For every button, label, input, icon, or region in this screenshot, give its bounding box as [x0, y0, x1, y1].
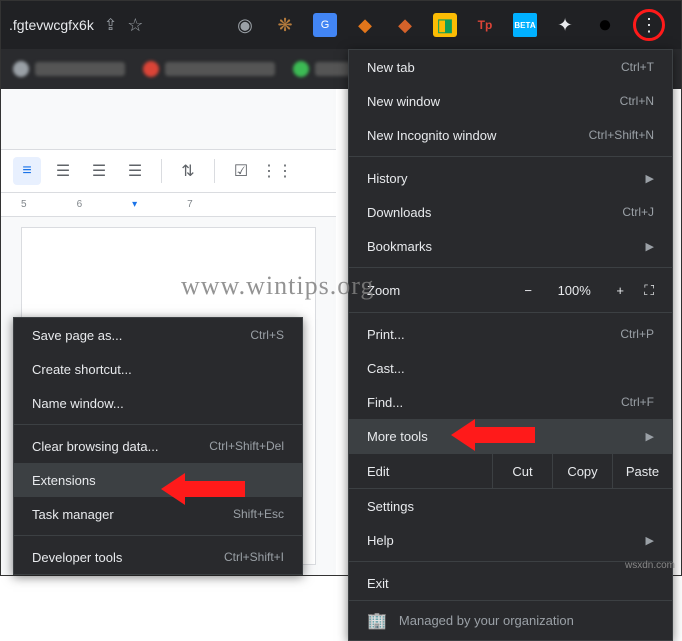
- fox2-icon[interactable]: ◆: [393, 13, 417, 37]
- ruler: 5 6 ▾ 7: [1, 193, 336, 217]
- menu-edit-row: Edit Cut Copy Paste: [349, 453, 672, 489]
- share-icon[interactable]: ⇪: [104, 15, 117, 35]
- watermark-text: www.wintips.org: [181, 271, 374, 301]
- menu-history[interactable]: History▶: [349, 161, 672, 195]
- url-text: .fgtevwcgfx6k: [9, 17, 94, 33]
- align-left-icon[interactable]: ≡: [13, 157, 41, 185]
- submenu-clear-data[interactable]: Clear browsing data...Ctrl+Shift+Del: [14, 429, 302, 463]
- cut-button[interactable]: Cut: [492, 454, 552, 488]
- menu-print[interactable]: Print...Ctrl+P: [349, 317, 672, 351]
- menu-dots-icon[interactable]: ⋮: [633, 9, 665, 41]
- zoom-in-button[interactable]: +: [608, 283, 632, 298]
- zoom-out-button[interactable]: −: [516, 283, 540, 298]
- profile-icon[interactable]: ●: [593, 13, 617, 37]
- menu-exit[interactable]: Exit: [349, 566, 672, 600]
- zoom-label: Zoom: [367, 283, 504, 298]
- ruler-mark: 7: [187, 199, 193, 210]
- fox-icon[interactable]: ◆: [353, 13, 377, 37]
- menu-separator: [349, 267, 672, 268]
- menu-new-window[interactable]: New windowCtrl+N: [349, 84, 672, 118]
- paste-button[interactable]: Paste: [612, 454, 672, 488]
- menu-new-tab[interactable]: New tabCtrl+T: [349, 50, 672, 84]
- menu-cast[interactable]: Cast...: [349, 351, 672, 385]
- menu-settings[interactable]: Settings: [349, 489, 672, 523]
- menu-help[interactable]: Help▶: [349, 523, 672, 557]
- ruler-mark: 6: [77, 199, 83, 210]
- more-tools-submenu: Save page as...Ctrl+S Create shortcut...…: [13, 317, 303, 575]
- chevron-right-icon: ▶: [646, 430, 654, 443]
- submenu-dev-tools[interactable]: Developer toolsCtrl+Shift+I: [14, 540, 302, 574]
- docs-toolbar: ≡ ☰ ☰ ☰ ⇅ ☑ ⋮⋮: [1, 149, 336, 193]
- checklist-icon[interactable]: ☑: [227, 157, 255, 185]
- copy-button[interactable]: Copy: [552, 454, 612, 488]
- managed-label: Managed by your organization: [399, 613, 574, 628]
- align-justify-icon[interactable]: ☰: [121, 157, 149, 185]
- submenu-create-shortcut[interactable]: Create shortcut...: [14, 352, 302, 386]
- camera-icon[interactable]: ◉: [233, 13, 257, 37]
- tp-icon[interactable]: Tp: [473, 13, 497, 37]
- cookie-icon[interactable]: ❋: [273, 13, 297, 37]
- menu-separator: [349, 312, 672, 313]
- extensions-row: ◉ ❋ G ◆ ◆ ◨ Tp BETA ✦ ● ⋮: [229, 9, 673, 41]
- menu-separator: [14, 424, 302, 425]
- bookmark-item[interactable]: [13, 61, 125, 77]
- line-spacing-icon[interactable]: ⇅: [174, 157, 202, 185]
- corner-watermark: wsxdn.com: [625, 560, 675, 571]
- bullet-list-icon[interactable]: ⋮⋮: [263, 157, 291, 185]
- translate-icon[interactable]: G: [313, 13, 337, 37]
- bookmark-item[interactable]: [293, 61, 355, 77]
- menu-downloads[interactable]: DownloadsCtrl+J: [349, 195, 672, 229]
- menu-separator: [14, 535, 302, 536]
- managed-by-org[interactable]: 🏢 Managed by your organization: [349, 600, 672, 640]
- submenu-name-window[interactable]: Name window...: [14, 386, 302, 420]
- chevron-right-icon: ▶: [646, 172, 654, 185]
- annotation-arrow-settings: [451, 419, 535, 451]
- chevron-right-icon: ▶: [646, 240, 654, 253]
- ruler-mark: 5: [21, 199, 27, 210]
- edit-label: Edit: [349, 464, 492, 479]
- building-icon: 🏢: [367, 611, 387, 631]
- menu-find[interactable]: Find...Ctrl+F: [349, 385, 672, 419]
- mail-icon[interactable]: ◨: [433, 13, 457, 37]
- annotation-arrow-extensions: [161, 473, 245, 505]
- menu-separator: [349, 156, 672, 157]
- menu-separator: [349, 561, 672, 562]
- menu-bookmarks[interactable]: Bookmarks▶: [349, 229, 672, 263]
- chevron-right-icon: ▶: [646, 534, 654, 547]
- address-bar[interactable]: .fgtevwcgfx6k ⇪ ☆: [9, 15, 229, 36]
- bookmark-item[interactable]: [143, 61, 275, 77]
- beta-icon[interactable]: BETA: [513, 13, 537, 37]
- align-right-icon[interactable]: ☰: [85, 157, 113, 185]
- bookmark-star-icon[interactable]: ☆: [127, 15, 143, 36]
- fullscreen-icon[interactable]: ⛶: [644, 282, 654, 299]
- browser-toolbar: .fgtevwcgfx6k ⇪ ☆ ◉ ❋ G ◆ ◆ ◨ Tp BETA ✦ …: [1, 1, 681, 49]
- align-center-icon[interactable]: ☰: [49, 157, 77, 185]
- menu-zoom-row: Zoom − 100% + ⛶: [349, 272, 672, 308]
- puzzle-icon[interactable]: ✦: [553, 13, 577, 37]
- chrome-main-menu: New tabCtrl+T New windowCtrl+N New Incog…: [348, 49, 673, 641]
- submenu-save-page[interactable]: Save page as...Ctrl+S: [14, 318, 302, 352]
- submenu-extensions[interactable]: Extensions: [14, 463, 302, 497]
- zoom-value: 100%: [552, 283, 596, 298]
- menu-new-incognito[interactable]: New Incognito windowCtrl+Shift+N: [349, 118, 672, 152]
- submenu-task-manager[interactable]: Task managerShift+Esc: [14, 497, 302, 531]
